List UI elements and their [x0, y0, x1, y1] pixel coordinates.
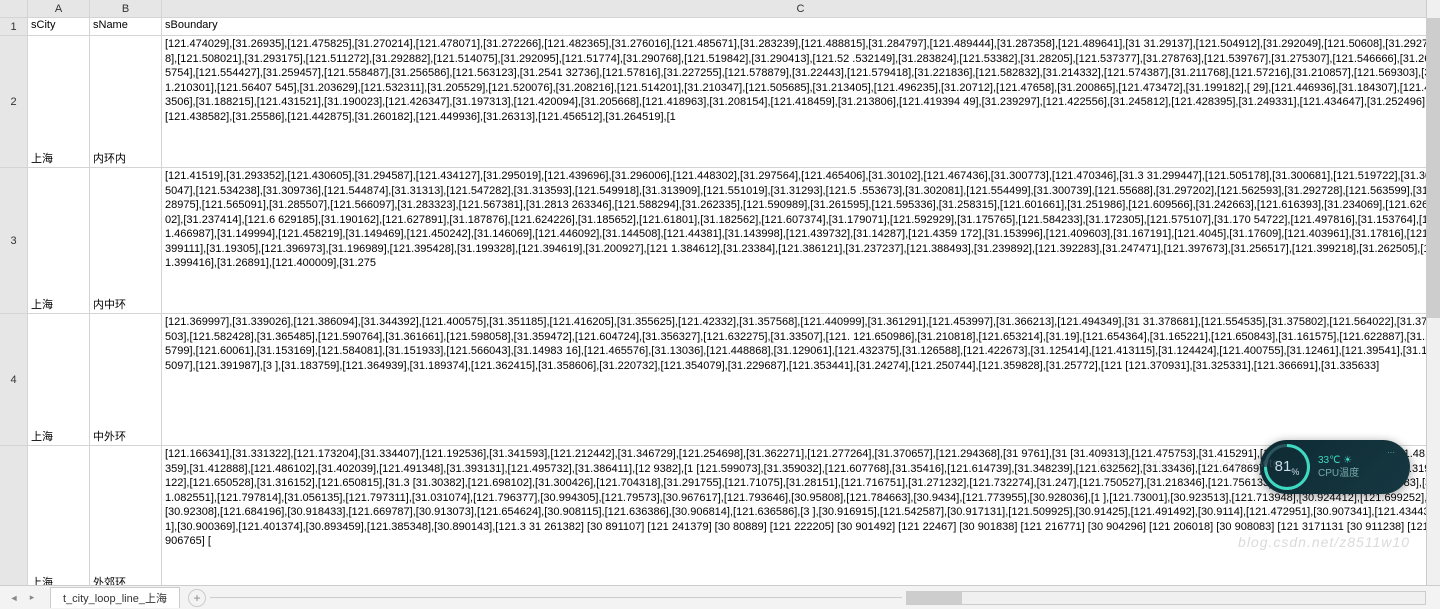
widget-info: 33℃ ☀ CPU温度 — [1318, 454, 1359, 480]
temp-value: 33℃ — [1318, 455, 1340, 466]
row-header-3[interactable]: 3 — [0, 168, 27, 314]
cell-c2[interactable]: [121.474029],[31.26935],[121.475825],[31… — [162, 36, 1440, 167]
cell-b4[interactable]: 中外环 — [90, 314, 162, 445]
row-header-1[interactable]: 1 — [0, 18, 27, 36]
horizontal-scrollbar-thumb[interactable] — [907, 592, 962, 604]
vertical-scrollbar-track[interactable] — [1426, 0, 1440, 585]
cell-b3[interactable]: 内中环 — [90, 168, 162, 313]
row-header-5[interactable] — [0, 446, 27, 592]
cpu-temp-widget[interactable]: 81% 33℃ ☀ CPU温度 ⋯ — [1260, 440, 1410, 494]
sun-icon: ☀ — [1343, 455, 1352, 466]
widget-dots-icon: ⋯ — [1387, 448, 1396, 457]
vertical-scrollbar-thumb[interactable] — [1426, 18, 1440, 318]
col-header-c[interactable]: C — [162, 0, 1440, 17]
cell-a5[interactable]: 上海 — [28, 446, 90, 585]
cell-a1[interactable]: sCity — [28, 18, 90, 35]
cell-c4[interactable]: [121.369997],[31.339026],[121.386094],[3… — [162, 314, 1440, 445]
select-all-corner[interactable] — [0, 0, 27, 18]
cell-b1[interactable]: sName — [90, 18, 162, 35]
tab-nav-prev[interactable]: ▸ — [24, 590, 40, 606]
cell-b5[interactable]: 外郊环 — [90, 446, 162, 585]
boundary-text: [121.41519],[31.293352],[121.430605],[31… — [165, 169, 1436, 271]
watermark-text: blog.csdn.net/z8511w10 — [1238, 534, 1410, 550]
row-header-4[interactable]: 4 — [0, 314, 27, 446]
col-c-label: C — [797, 3, 805, 15]
sheet-footer: ◄ ▸ t_city_loop_line_上海 + — [0, 585, 1440, 609]
cell-a4[interactable]: 上海 — [28, 314, 90, 445]
cell-b2[interactable]: 内环内 — [90, 36, 162, 167]
sheet-tab-active[interactable]: t_city_loop_line_上海 — [50, 587, 180, 608]
boundary-text: [121.369997],[31.339026],[121.386094],[3… — [165, 315, 1436, 373]
widget-label: CPU温度 — [1318, 467, 1359, 480]
watermark-upper: https://blog.csdn.net/z8@51wto — [1097, 456, 1280, 470]
boundary-text: [121.474029],[31.26935],[121.475825],[31… — [165, 37, 1436, 124]
col-header-b[interactable]: B — [90, 0, 162, 17]
row-header-2[interactable]: 2 — [0, 36, 27, 168]
cell-c1[interactable]: sBoundary — [162, 18, 1440, 35]
tab-nav-first[interactable]: ◄ — [6, 590, 22, 606]
row-header-gutter: 1 2 3 4 — [0, 0, 28, 585]
cell-c3[interactable]: [121.41519],[31.293352],[121.430605],[31… — [162, 168, 1440, 313]
horizontal-scrollbar-track[interactable] — [906, 591, 1426, 605]
col-header-a[interactable]: A — [28, 0, 90, 17]
cell-a2[interactable]: 上海 — [28, 36, 90, 167]
cell-a3[interactable]: 上海 — [28, 168, 90, 313]
add-sheet-button[interactable]: + — [188, 589, 206, 607]
